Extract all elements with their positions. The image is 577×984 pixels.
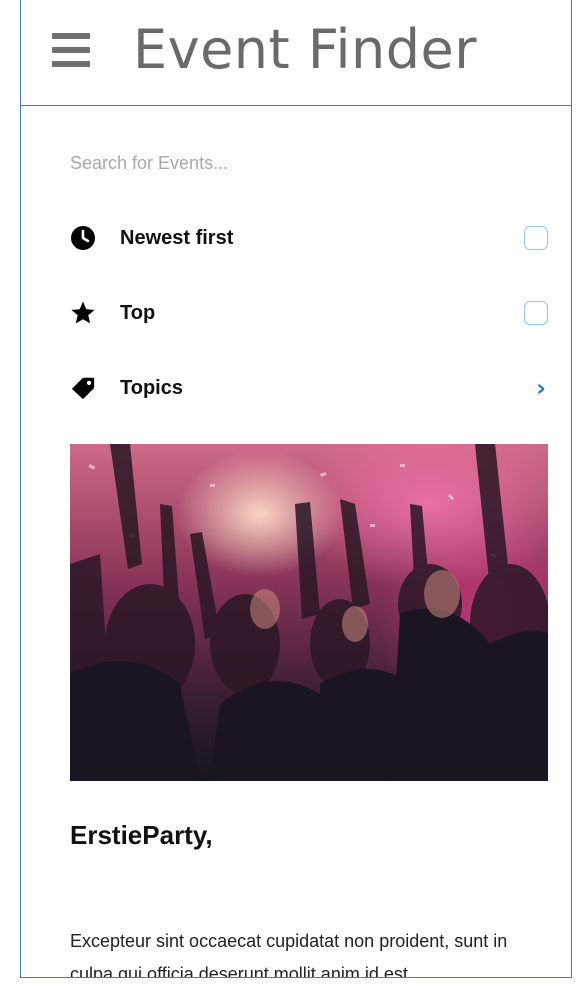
filter-label: Topics	[120, 376, 183, 399]
star-icon	[70, 300, 96, 326]
hamburger-menu-icon[interactable]	[52, 33, 90, 67]
app-frame: Event Finder Newest first Top Topics	[20, 0, 572, 978]
tag-icon	[70, 375, 96, 401]
event-image[interactable]	[70, 444, 548, 781]
filter-top[interactable]: Top	[70, 293, 548, 333]
search-input[interactable]	[70, 146, 530, 180]
hamburger-bar	[52, 47, 90, 53]
filter-label: Newest first	[120, 226, 234, 249]
filter-topics[interactable]: Topics ›	[70, 368, 548, 408]
confetti	[88, 464, 496, 557]
filter-label: Top	[120, 301, 156, 324]
event-description: Excepteur sint occaecat cupidatat non pr…	[70, 931, 508, 978]
hamburger-bar	[52, 33, 90, 39]
chevron-right-icon[interactable]: ›	[536, 374, 546, 402]
newest-first-checkbox[interactable]	[524, 226, 548, 250]
event-title: ErstieParty,	[70, 820, 213, 850]
party-crowd-photo	[70, 444, 548, 781]
page-title: Event Finder	[133, 18, 477, 81]
top-checkbox[interactable]	[524, 301, 548, 325]
filter-newest-first[interactable]: Newest first	[70, 218, 548, 258]
clock-icon	[70, 225, 96, 251]
app-header: Event Finder	[21, 0, 571, 106]
hamburger-bar	[52, 61, 90, 67]
